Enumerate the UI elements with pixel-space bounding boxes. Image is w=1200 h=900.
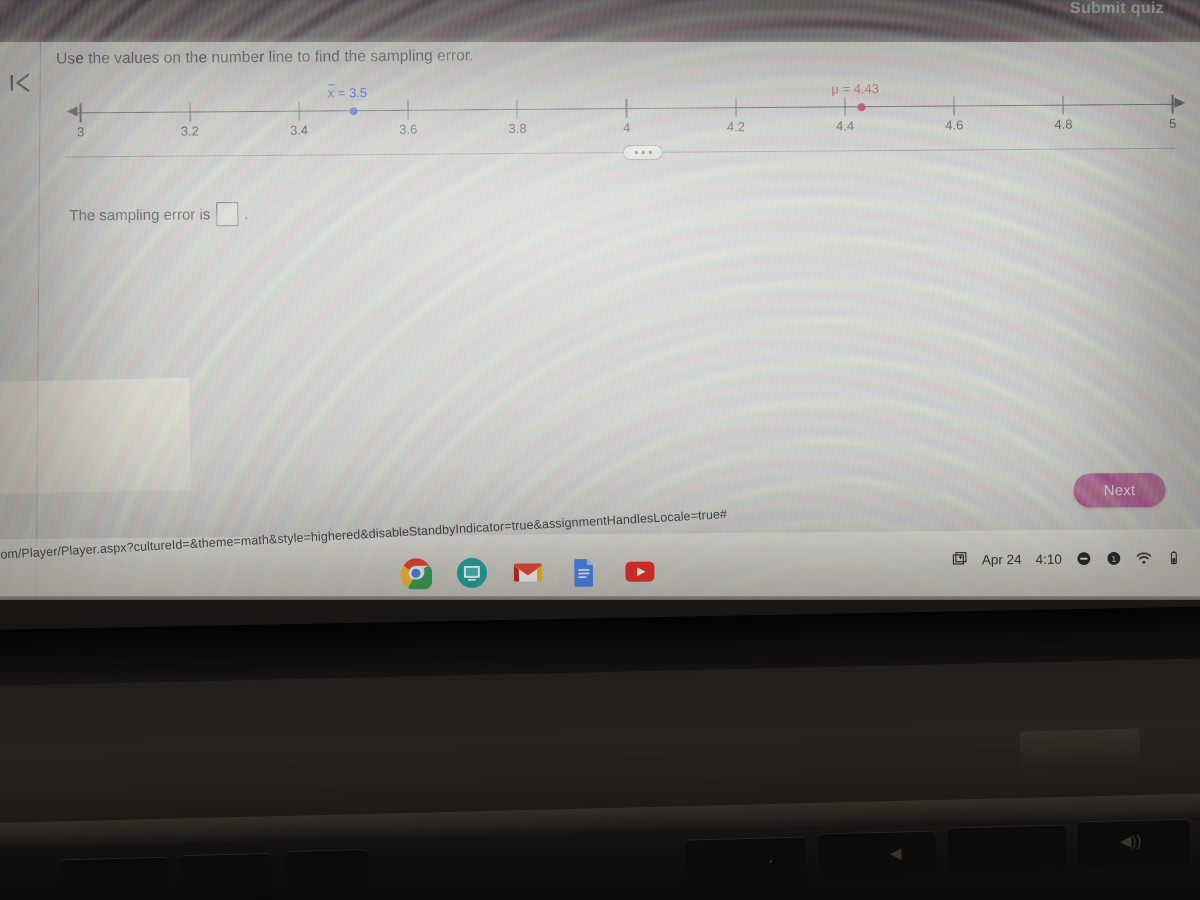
next-button[interactable]: Next — [1073, 472, 1166, 508]
notification-count-icon[interactable]: 1 — [1106, 550, 1122, 566]
gmail-icon[interactable] — [512, 556, 544, 588]
keyboard-key — [947, 824, 1067, 874]
number-line-tick — [79, 103, 82, 123]
number-line: 3 3.2 3.4 3.6 3.8 4 4.2 4.4 4.6 4.8 5 x = 3.5 μ = 4… — [62, 81, 1187, 147]
answer-row: The sampling error is . — [69, 202, 248, 227]
laptop-surface-highlight — [1019, 728, 1141, 772]
keyboard-key — [59, 856, 169, 900]
number-line-tick-label: 4.4 — [835, 118, 855, 134]
docs-icon[interactable] — [568, 556, 600, 588]
shelf-date[interactable]: Apr 24 — [982, 552, 1022, 567]
number-line-right-arrow-icon — [1174, 97, 1186, 108]
shelf-status-area[interactable]: Apr 24 4:10 1 — [952, 550, 1182, 568]
number-line-tick — [953, 96, 955, 116]
number-line-tick — [844, 97, 846, 117]
number-line-tick — [516, 99, 519, 119]
number-line-label-population-mean: μ = 4.43 — [831, 81, 880, 97]
photo-of-laptop-screen: Submit quiz Use the values on the number… — [0, 0, 1200, 900]
dnd-icon[interactable] — [1076, 551, 1092, 567]
number-line-tick — [625, 99, 628, 119]
laptop-body: ♩ ◀ ◀)) — [0, 600, 1200, 900]
shelf-icon-row — [400, 556, 656, 590]
answer-prefix-label: The sampling error is — [69, 205, 211, 224]
keyboard-key — [285, 849, 369, 895]
number-line-left-arrow-icon — [66, 106, 78, 117]
number-line-tick-label: 4.8 — [1054, 116, 1073, 132]
number-line-tick-label: 3 — [77, 124, 85, 140]
chrome-icon[interactable] — [400, 557, 433, 590]
volume-down-key-icon: ◀ — [889, 844, 902, 863]
number-line-tick-label: 3.6 — [399, 121, 418, 137]
number-line-tick — [1171, 94, 1174, 114]
left-rail-divider — [35, 41, 41, 602]
keyboard-key — [817, 830, 937, 880]
number-line-tick — [407, 100, 409, 120]
keyboard-key — [179, 852, 273, 900]
question-prompt: Use the values on the number line to fin… — [56, 47, 474, 68]
number-line-tick — [1062, 95, 1065, 115]
number-line-tick-label: 5 — [1168, 115, 1177, 131]
number-line-tick-label: 4.2 — [726, 119, 745, 135]
number-line-point-population-mean — [857, 103, 866, 112]
classroom-icon[interactable] — [456, 557, 488, 589]
screen-capture-icon[interactable] — [952, 551, 968, 567]
keyboard-key-glyph: ♩ — [767, 849, 784, 868]
shelf-time[interactable]: 4:10 — [1036, 551, 1062, 566]
number-line-tick-label: 3.4 — [289, 122, 309, 138]
laptop-screen: Submit quiz Use the values on the number… — [0, 0, 1200, 612]
youtube-icon[interactable] — [624, 556, 656, 588]
number-line-tick-label: 3.8 — [508, 120, 527, 137]
battery-icon[interactable] — [1166, 550, 1182, 566]
number-line-label-sample-mean: x = 3.5 — [327, 85, 368, 101]
wifi-icon[interactable] — [1136, 550, 1152, 566]
quiz-page: Use the values on the number line to fin… — [0, 33, 1200, 602]
number-line-point-sample-mean — [349, 107, 358, 116]
volume-up-key-icon: ◀)) — [1119, 832, 1142, 851]
sampling-error-input[interactable] — [216, 202, 239, 227]
number-line-tick — [188, 102, 191, 122]
number-line-axis — [74, 103, 1183, 114]
number-line-tick — [734, 98, 737, 118]
section-divider — [64, 147, 1175, 158]
answer-suffix-label: . — [244, 205, 249, 223]
number-line-tick — [298, 101, 300, 121]
submit-quiz-button[interactable]: Submit quiz — [1056, 0, 1178, 22]
number-line-tick-label: 4 — [623, 120, 631, 136]
back-arrow-icon[interactable] — [8, 68, 38, 98]
svg-text:1: 1 — [1111, 554, 1116, 564]
number-line-tick-label: 3.2 — [180, 123, 199, 139]
more-options-button[interactable] — [622, 144, 663, 161]
number-line-tick-label: 4.6 — [945, 117, 964, 133]
keyboard-key — [685, 836, 807, 886]
